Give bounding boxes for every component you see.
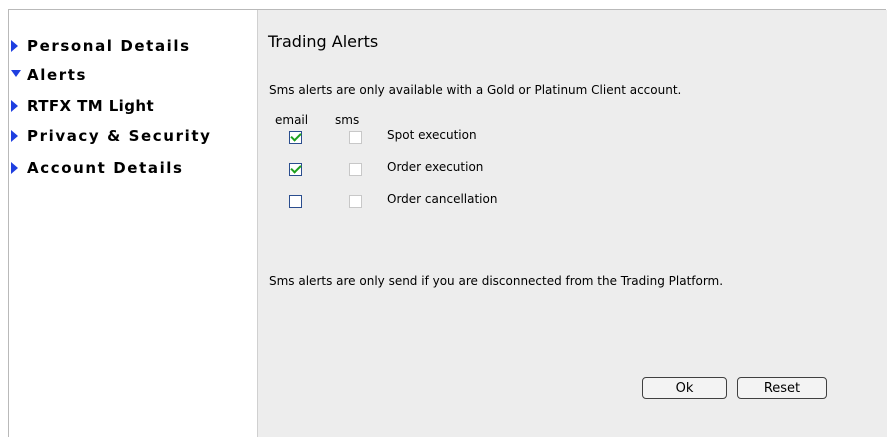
order-execution-label: Order execution xyxy=(387,160,484,174)
page-title: Trading Alerts xyxy=(268,32,379,51)
sidebar-item-label: Alerts xyxy=(27,66,88,84)
sidebar-item-rtfx-light[interactable]: RTFX TM Light xyxy=(11,96,154,116)
spot-execution-email-checkbox[interactable] xyxy=(289,130,302,144)
order-cancellation-sms-checkbox[interactable] xyxy=(349,195,362,208)
sidebar-item-account-details[interactable]: Account Details xyxy=(11,158,184,178)
sidebar-item-label: RTFX TM Light xyxy=(27,97,155,115)
arrow-right-icon xyxy=(11,162,18,174)
sidebar-item-alerts[interactable]: Alerts xyxy=(11,65,87,85)
sidebar-item-privacy-security[interactable]: Privacy & Security xyxy=(11,126,211,146)
email-column-header: email xyxy=(275,113,309,127)
sidebar-item-label: Account Details xyxy=(27,159,184,177)
spot-execution-label: Spot execution xyxy=(387,128,477,142)
order-execution-sms-checkbox[interactable] xyxy=(349,163,362,176)
spot-execution-sms-checkbox[interactable] xyxy=(349,131,362,144)
order-cancellation-email-checkbox[interactable] xyxy=(289,195,302,208)
order-execution-email-checkbox[interactable] xyxy=(289,162,302,176)
sms-disconnected-note: Sms alerts are only send if you are disc… xyxy=(269,274,724,288)
checkmark-icon xyxy=(289,162,302,174)
sidebar: Personal Details Alerts RTFX TM Light Pr… xyxy=(9,10,257,437)
reset-button[interactable]: Reset xyxy=(737,377,827,399)
checkmark-icon xyxy=(289,130,302,142)
arrow-down-icon xyxy=(11,69,21,77)
arrow-right-icon xyxy=(11,130,18,142)
trading-alerts-panel: Trading Alerts Sms alerts are only avail… xyxy=(257,10,887,437)
ok-button[interactable]: Ok xyxy=(642,377,727,399)
alerts-settings-frame: Personal Details Alerts RTFX TM Light Pr… xyxy=(8,9,887,437)
sidebar-item-label: Privacy & Security xyxy=(27,127,212,145)
sidebar-item-label: Personal Details xyxy=(27,37,191,55)
arrow-right-icon xyxy=(11,40,18,52)
arrow-right-icon xyxy=(11,100,18,112)
order-cancellation-label: Order cancellation xyxy=(387,192,498,206)
sidebar-item-personal-details[interactable]: Personal Details xyxy=(11,36,191,56)
sms-column-header: sms xyxy=(335,113,360,127)
sms-availability-note: Sms alerts are only available with a Gol… xyxy=(269,83,682,97)
